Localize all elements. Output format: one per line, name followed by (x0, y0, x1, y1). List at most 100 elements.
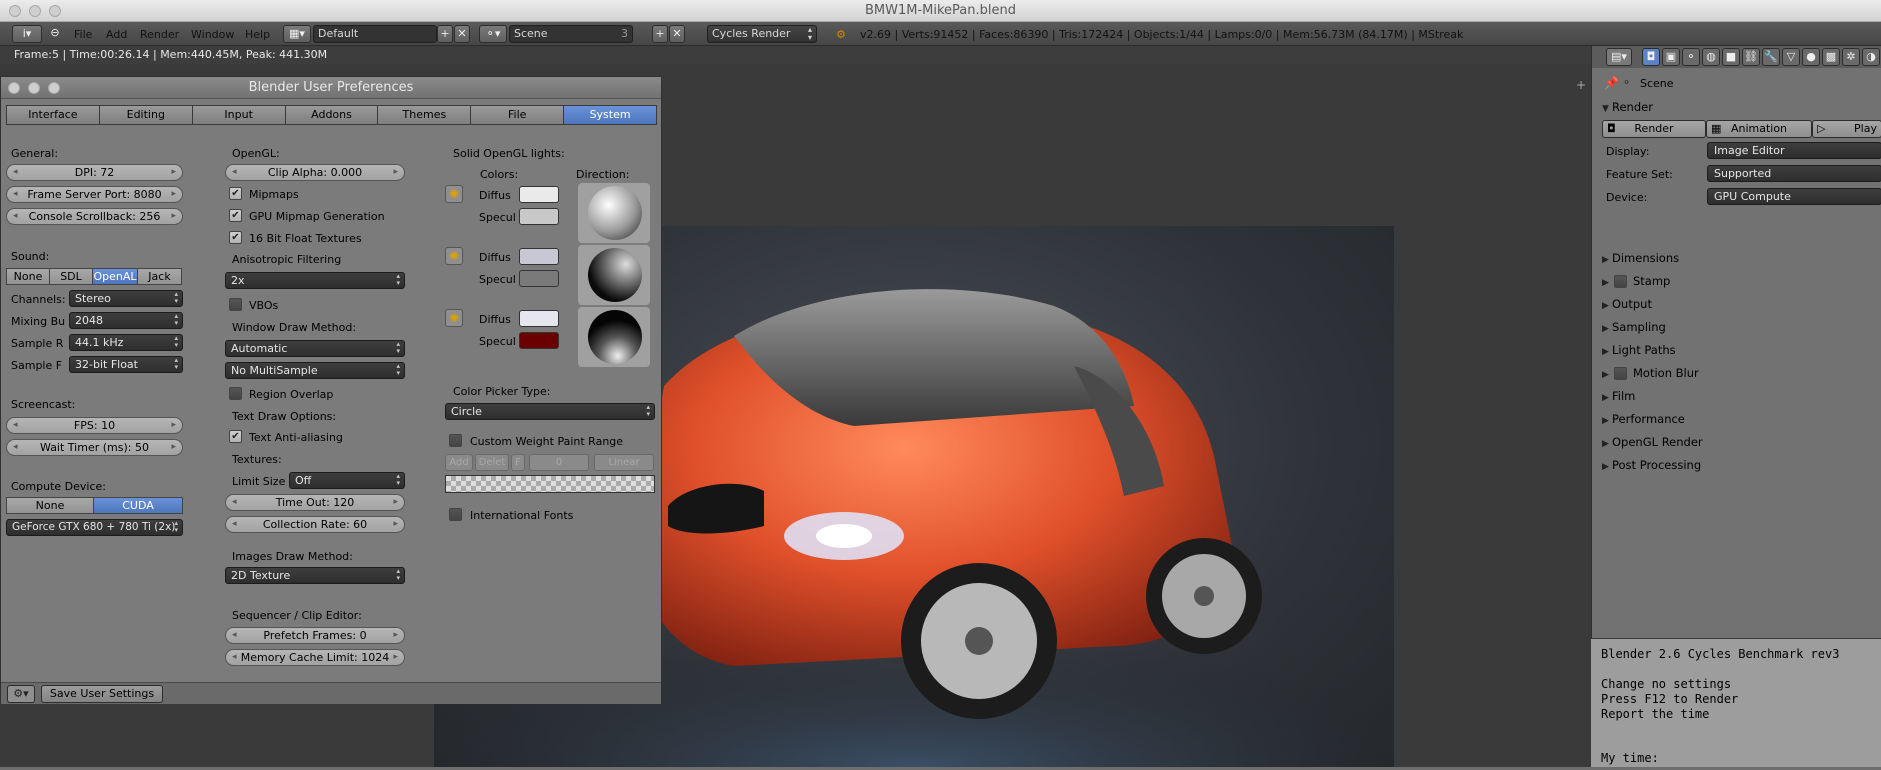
weight-delete-button[interactable]: Delet (475, 454, 509, 471)
dimensions-section[interactable]: ▶ Dimensions (1602, 251, 1679, 265)
light2-diffuse-swatch[interactable] (519, 248, 559, 265)
add-scene-button[interactable]: + (652, 25, 668, 43)
physics-context-icon[interactable]: ◑ (1862, 48, 1880, 66)
light2-specular-swatch[interactable] (519, 270, 559, 287)
weight-flip-button[interactable]: F (511, 454, 525, 471)
prefs-zoom-button[interactable] (48, 82, 60, 94)
delete-scene-button[interactable]: ✕ (669, 25, 685, 43)
window-draw-select[interactable]: Automatic (225, 340, 405, 357)
render-layers-icon[interactable]: ▣ (1662, 48, 1680, 66)
motion-blur-checkbox[interactable] (1614, 367, 1627, 380)
add-layout-button[interactable]: + (437, 25, 453, 43)
compute-none-option[interactable]: None (6, 497, 94, 514)
delete-layout-button[interactable]: ✕ (454, 25, 470, 43)
weight-interp-select[interactable]: Linear (594, 454, 654, 471)
dpi-field[interactable]: DPI: 72 (6, 164, 183, 181)
channels-select[interactable]: Stereo (69, 290, 183, 307)
menu-add[interactable]: Add (106, 28, 127, 41)
gpu-device-select[interactable]: GeForce GTX 680 + 780 Ti (2x) (6, 519, 183, 536)
vbos-checkbox[interactable] (229, 298, 242, 311)
editor-type-prefs-icon[interactable]: ⚙▾ (7, 685, 35, 703)
sound-sdl-option[interactable]: SDL (49, 268, 93, 285)
float-textures-checkbox[interactable]: ✔ (229, 231, 242, 244)
memory-cache-field[interactable]: Memory Cache Limit: 1024 (225, 649, 405, 666)
gpu-mipmap-checkbox[interactable]: ✔ (229, 209, 242, 222)
multisample-select[interactable]: No MultiSample (225, 362, 405, 379)
menu-file[interactable]: File (74, 28, 92, 41)
light1-diffuse-swatch[interactable] (519, 186, 559, 203)
menu-render[interactable]: Render (140, 28, 179, 41)
light1-direction-sphere[interactable] (578, 183, 650, 243)
collection-rate-field[interactable]: Collection Rate: 60 (225, 516, 405, 533)
tab-file[interactable]: File (470, 105, 565, 125)
render-context-camera-icon[interactable]: ◘ (1642, 48, 1660, 66)
play-button[interactable]: ▷ Play (1812, 120, 1881, 138)
opengl-render-section[interactable]: ▶ OpenGL Render (1602, 435, 1703, 449)
feature-set-select[interactable]: Supported (1707, 165, 1881, 182)
texture-timeout-field[interactable]: Time Out: 120 (225, 494, 405, 511)
light-paths-section[interactable]: ▶ Light Paths (1602, 343, 1676, 357)
pin-icon[interactable]: 📌 (1604, 76, 1619, 90)
scene-icon[interactable]: ⚬▾ (479, 25, 507, 43)
weight-color-ramp[interactable] (445, 475, 655, 493)
prefs-minimize-button[interactable] (28, 82, 40, 94)
render-engine-select[interactable]: Cycles Render ▴ ▾ (707, 25, 817, 43)
modifiers-context-icon[interactable]: 🔧 (1762, 48, 1780, 66)
scene-field[interactable]: Scene 3 (509, 25, 633, 43)
mixing-buffer-select[interactable]: 2048 (69, 312, 183, 329)
text-editor[interactable]: Blender 2.6 Cycles Benchmark rev3 Change… (1591, 638, 1881, 767)
light3-direction-sphere[interactable] (578, 307, 650, 367)
world-context-icon[interactable]: ◍ (1702, 48, 1720, 66)
tab-editing[interactable]: Editing (98, 105, 193, 125)
close-window-button[interactable] (9, 5, 21, 17)
light1-specular-swatch[interactable] (519, 208, 559, 225)
device-select[interactable]: GPU Compute (1707, 188, 1881, 205)
mipmaps-checkbox[interactable]: ✔ (229, 187, 242, 200)
film-section[interactable]: ▶ Film (1602, 389, 1635, 403)
images-draw-select[interactable]: 2D Texture (225, 567, 405, 584)
constraints-context-icon[interactable]: ⛓ (1742, 48, 1760, 66)
object-context-icon[interactable]: ■ (1722, 48, 1740, 66)
editor-type-properties-icon[interactable]: ▤▾ (1606, 48, 1632, 66)
tab-addons[interactable]: Addons (284, 105, 379, 125)
sample-rate-select[interactable]: 44.1 kHz (69, 334, 183, 351)
text-aa-checkbox[interactable]: ✔ (229, 430, 242, 443)
region-toggle-plus-icon[interactable]: + (1576, 78, 1586, 92)
render-section-header[interactable]: ▼ Render (1602, 100, 1653, 114)
screencast-fps-field[interactable]: FPS: 10 (6, 417, 183, 434)
output-section[interactable]: ▶ Output (1602, 297, 1652, 311)
stamp-checkbox[interactable] (1614, 275, 1627, 288)
sound-jack-option[interactable]: Jack (137, 268, 182, 285)
editor-type-info-icon[interactable]: i▾ (12, 25, 42, 43)
sampling-section[interactable]: ▶ Sampling (1602, 320, 1666, 334)
texture-context-icon[interactable]: ▩ (1822, 48, 1840, 66)
limit-size-select[interactable]: Off (289, 472, 405, 489)
clip-alpha-field[interactable]: Clip Alpha: 0.000 (225, 164, 405, 181)
light2-direction-sphere[interactable] (578, 245, 650, 305)
prefetch-frames-field[interactable]: Prefetch Frames: 0 (225, 627, 405, 644)
display-select[interactable]: Image Editor (1707, 142, 1881, 159)
screen-layout-field[interactable]: Default (313, 25, 437, 43)
material-context-icon[interactable]: ● (1802, 48, 1820, 66)
color-picker-select[interactable]: Circle (445, 403, 655, 420)
weight-value-field[interactable]: 0 (529, 454, 589, 471)
save-user-settings-button[interactable]: Save User Settings (41, 685, 163, 703)
sound-openal-option[interactable]: OpenAL (92, 268, 138, 285)
tab-system[interactable]: System (563, 105, 658, 125)
tab-input[interactable]: Input (191, 105, 286, 125)
light3-specular-swatch[interactable] (519, 332, 559, 349)
console-scrollback-field[interactable]: Console Scrollback: 256 (6, 208, 183, 225)
render-button[interactable]: ◘ Render (1602, 120, 1706, 138)
prefs-close-button[interactable] (8, 82, 20, 94)
weight-paint-range-checkbox[interactable] (449, 434, 462, 447)
tab-interface[interactable]: Interface (6, 105, 100, 125)
sound-none-option[interactable]: None (6, 268, 50, 285)
performance-section[interactable]: ▶ Performance (1602, 412, 1685, 426)
anisotropic-select[interactable]: 2x (225, 272, 405, 289)
tab-themes[interactable]: Themes (377, 105, 472, 125)
scene-context-icon[interactable]: ⚬ (1682, 48, 1700, 66)
compute-cuda-option[interactable]: CUDA (93, 497, 183, 514)
weight-add-button[interactable]: Add (445, 454, 473, 471)
sample-format-select[interactable]: 32-bit Float (69, 356, 183, 373)
frame-server-port-field[interactable]: Frame Server Port: 8080 (6, 186, 183, 203)
